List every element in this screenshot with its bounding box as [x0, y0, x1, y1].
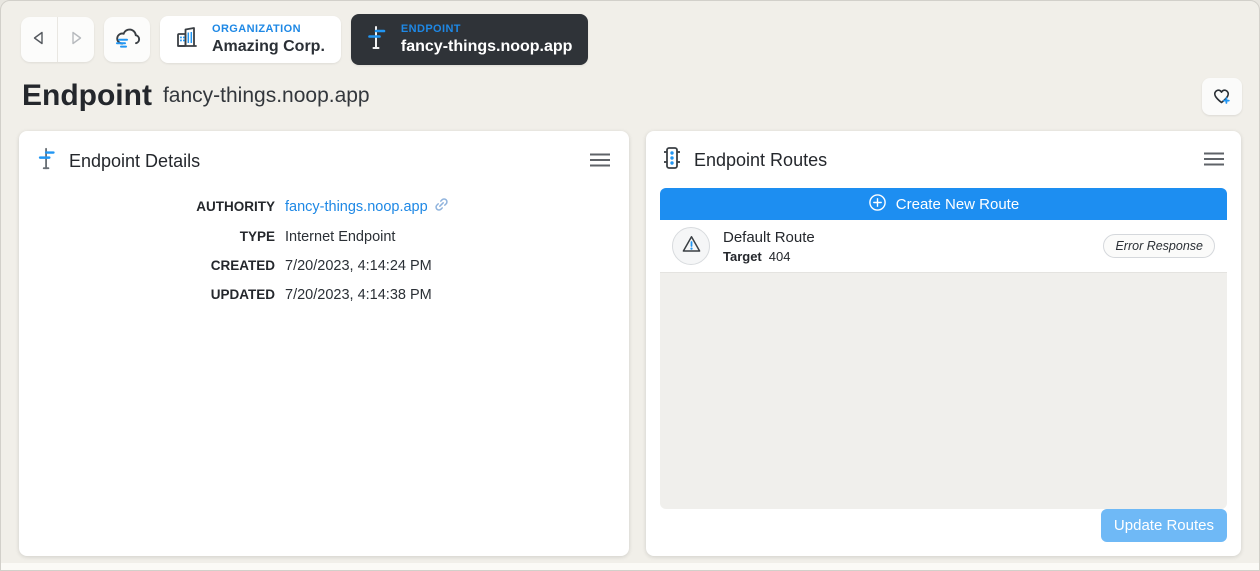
- organization-label: Amazing Corp.: [212, 37, 325, 55]
- page-subtitle: fancy-things.noop.app: [162, 84, 370, 107]
- noop-cloud-icon: [113, 25, 141, 54]
- details-card-title: Endpoint Details: [69, 151, 201, 171]
- routes-card-header: Endpoint Routes: [660, 145, 1227, 176]
- routes-list: Create New Route Default Route Target 40…: [660, 188, 1227, 509]
- back-arrow-icon: [29, 28, 49, 51]
- top-navigation: ORGANIZATION Amazing Corp. ENDPOINT fanc…: [21, 14, 589, 65]
- signpost-icon: [364, 24, 390, 55]
- forward-button[interactable]: [58, 17, 94, 62]
- endpoint-details-card: Endpoint Details AUTHORITY fancy-things.…: [19, 131, 629, 556]
- routes-card-title: Endpoint Routes: [694, 150, 828, 170]
- details-card-header: Endpoint Details: [35, 146, 613, 177]
- authority-link[interactable]: fancy-things.noop.app: [285, 197, 449, 216]
- route-row[interactable]: Default Route Target 404 Error Response: [660, 220, 1227, 273]
- field-created: CREATED 7/20/2023, 4:14:24 PM: [35, 258, 613, 274]
- details-field-list: AUTHORITY fancy-things.noop.app TYPE Int…: [35, 197, 613, 303]
- organization-chip-text: ORGANIZATION Amazing Corp.: [212, 23, 325, 55]
- endpoint-label: fancy-things.noop.app: [400, 37, 573, 55]
- main-content: Endpoint Details AUTHORITY fancy-things.…: [19, 131, 1241, 556]
- app-window: ORGANIZATION Amazing Corp. ENDPOINT fanc…: [0, 0, 1260, 571]
- route-target: Target 404: [723, 249, 815, 264]
- route-text: Default Route Target 404: [723, 229, 815, 264]
- create-new-route-button[interactable]: Create New Route: [660, 188, 1227, 220]
- routes-card-menu-button[interactable]: [1201, 147, 1227, 174]
- route-name: Default Route: [723, 228, 815, 246]
- forward-arrow-icon: [66, 28, 86, 51]
- bottom-strip: [1, 563, 1259, 570]
- endpoint-routes-card: Endpoint Routes Create New Route Default…: [646, 131, 1241, 556]
- field-updated: UPDATED 7/20/2023, 4:14:38 PM: [35, 287, 613, 303]
- create-new-route-label: Create New Route: [895, 195, 1020, 213]
- favorite-button[interactable]: [1202, 77, 1242, 115]
- traffic-light-icon: [660, 145, 684, 176]
- back-button[interactable]: [21, 17, 57, 62]
- field-value: 7/20/2023, 4:14:38 PM: [285, 287, 432, 303]
- routes-footer: Update Routes: [660, 509, 1227, 542]
- route-status-circle: [672, 227, 710, 265]
- field-authority: AUTHORITY fancy-things.noop.app: [35, 197, 613, 216]
- field-value: Internet Endpoint: [285, 229, 396, 245]
- hamburger-menu-icon: [1203, 151, 1225, 170]
- field-label: UPDATED: [210, 287, 275, 302]
- field-value: 7/20/2023, 4:14:24 PM: [285, 258, 432, 274]
- endpoint-chip[interactable]: ENDPOINT fancy-things.noop.app: [350, 14, 589, 65]
- field-type: TYPE Internet Endpoint: [35, 229, 613, 245]
- circle-plus-icon: [868, 193, 887, 216]
- field-label: TYPE: [239, 229, 275, 244]
- route-target-value: 404: [768, 248, 791, 264]
- field-label: CREATED: [210, 258, 275, 273]
- route-type-badge: Error Response: [1103, 234, 1215, 258]
- endpoint-kicker: ENDPOINT: [400, 23, 461, 36]
- endpoint-chip-text: ENDPOINT fancy-things.noop.app: [401, 23, 573, 55]
- warning-triangle-icon: [681, 234, 702, 259]
- heart-plus-icon: [1210, 84, 1234, 109]
- building-icon: [173, 24, 201, 55]
- history-buttons: [21, 17, 94, 62]
- route-target-label: Target: [723, 248, 762, 264]
- signpost-icon: [35, 146, 59, 177]
- field-label: AUTHORITY: [196, 198, 275, 214]
- chain-link-icon: [434, 197, 449, 216]
- update-routes-button[interactable]: Update Routes: [1100, 509, 1227, 542]
- page-header: Endpoint fancy-things.noop.app: [22, 75, 1242, 117]
- hamburger-menu-icon: [589, 152, 611, 171]
- page-title: Endpoint: [22, 79, 152, 112]
- organization-kicker: ORGANIZATION: [212, 23, 301, 36]
- noop-cloud-button[interactable]: [104, 17, 150, 62]
- routes-empty-area: [660, 273, 1227, 509]
- organization-chip[interactable]: ORGANIZATION Amazing Corp.: [160, 16, 341, 63]
- details-card-menu-button[interactable]: [587, 148, 613, 175]
